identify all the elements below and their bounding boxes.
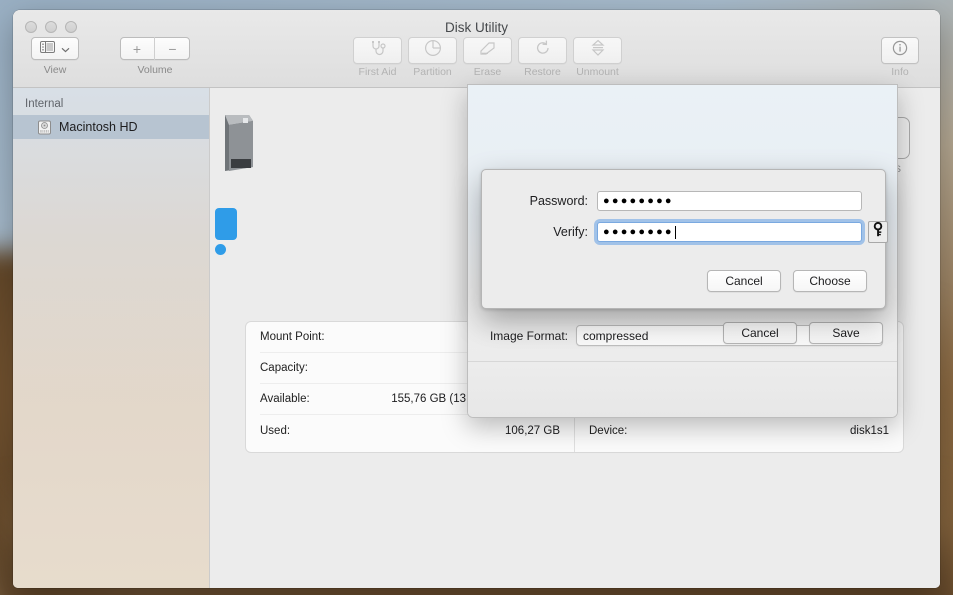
- toolbar: View + − Volume First Aid Partition Eras…: [13, 37, 940, 87]
- password-value: ●●●●●●●●: [603, 195, 674, 207]
- save-sheet-save-button[interactable]: Save: [809, 322, 883, 344]
- volume-segmented-control[interactable]: + −: [120, 37, 190, 60]
- password-dialog: Password: ●●●●●●●● Verify: ●●●●●●●● Canc…: [481, 169, 888, 309]
- image-format-value: compressed: [583, 328, 649, 343]
- save-sheet-buttons: Cancel Save: [723, 322, 883, 344]
- table-row: Used: 106,27 GB: [260, 415, 560, 446]
- toolbar-group-volume: + − Volume: [120, 37, 190, 76]
- partition-label: Partition: [413, 66, 452, 78]
- eject-icon: [590, 39, 606, 62]
- password-dialog-buttons: Cancel Choose: [707, 270, 867, 292]
- volume-label: Volume: [137, 64, 173, 76]
- add-volume-button[interactable]: +: [120, 37, 155, 60]
- volume-preview-image: [219, 113, 255, 175]
- text-caret: [674, 225, 676, 239]
- detail-pane: 250,79 GB SHARED BY 4 VOLUMES Free 142,7…: [210, 84, 940, 588]
- first-aid-label: First Aid: [358, 66, 397, 78]
- sidebar-item-label: Macintosh HD: [59, 120, 138, 134]
- remove-volume-button[interactable]: −: [155, 37, 190, 60]
- window-titlebar: Disk Utility View + − Volume First Aid P…: [13, 10, 940, 88]
- legend-dot-used: [215, 244, 226, 255]
- password-row: Password: ●●●●●●●●: [482, 191, 862, 211]
- restore-label: Restore: [524, 66, 561, 78]
- info-button[interactable]: [881, 37, 919, 64]
- info-value: disk1s1: [850, 424, 889, 437]
- table-row: Device: disk1s1: [589, 415, 889, 446]
- window-body: Internal Macintosh HD Mount Point: Capac…: [13, 84, 940, 588]
- sidebar-icon: [40, 40, 55, 58]
- chevron-down-icon: [61, 40, 70, 58]
- toolbar-action-restore[interactable]: Restore: [518, 37, 567, 78]
- password-label: Password:: [529, 194, 588, 208]
- verify-row: Verify: ●●●●●●●●: [482, 221, 888, 243]
- image-format-label: Image Format:: [489, 328, 568, 343]
- info-value: 106,27 GB: [505, 424, 560, 437]
- pie-chart-icon: [424, 39, 442, 62]
- save-sheet-cancel-button[interactable]: Cancel: [723, 322, 797, 344]
- toolbar-action-erase[interactable]: Erase: [463, 37, 512, 78]
- toolbar-action-partition[interactable]: Partition: [408, 37, 457, 78]
- toolbar-group-info: Info: [874, 37, 926, 78]
- info-key: Mount Point:: [260, 331, 325, 343]
- info-key: Available:: [260, 393, 310, 405]
- restore-arrow-icon: [534, 39, 552, 62]
- view-label: View: [43, 64, 67, 76]
- disk-utility-window: Disk Utility View + − Volume First Aid P…: [13, 10, 940, 588]
- view-button[interactable]: [31, 37, 79, 60]
- info-label: Info: [891, 66, 909, 78]
- capacity-bar-used: [215, 208, 237, 240]
- verify-input[interactable]: ●●●●●●●●: [597, 222, 862, 242]
- info-key: Used:: [260, 424, 291, 437]
- info-key: Device:: [589, 424, 628, 437]
- window-title: Disk Utility: [445, 20, 508, 35]
- verify-value: ●●●●●●●●: [603, 226, 674, 238]
- info-key: Capacity:: [260, 362, 308, 374]
- sidebar-item-macintosh-hd[interactable]: Macintosh HD: [13, 115, 209, 139]
- password-assistant-button[interactable]: [868, 221, 888, 243]
- password-choose-button[interactable]: Choose: [793, 270, 867, 292]
- key-icon: [872, 221, 884, 242]
- internal-disk-icon: [37, 120, 52, 135]
- erase-icon: [479, 40, 497, 61]
- erase-label: Erase: [473, 66, 502, 78]
- unmount-label: Unmount: [576, 66, 619, 78]
- info-circle-icon: [892, 40, 908, 61]
- password-input[interactable]: ●●●●●●●●: [597, 191, 862, 211]
- sidebar-section-internal: Internal: [25, 98, 64, 110]
- toolbar-action-unmount[interactable]: Unmount: [573, 37, 622, 78]
- password-cancel-button[interactable]: Cancel: [707, 270, 781, 292]
- sidebar: Internal Macintosh HD: [13, 88, 210, 588]
- stethoscope-icon: [369, 40, 387, 61]
- verify-label: Verify:: [553, 225, 588, 239]
- toolbar-action-first-aid[interactable]: First Aid: [353, 37, 402, 78]
- save-sheet-footer: Cancel Save: [468, 322, 897, 417]
- toolbar-group-view: View: [31, 37, 79, 76]
- toolbar-actions: First Aid Partition Erase Restore Unmoun…: [353, 37, 622, 78]
